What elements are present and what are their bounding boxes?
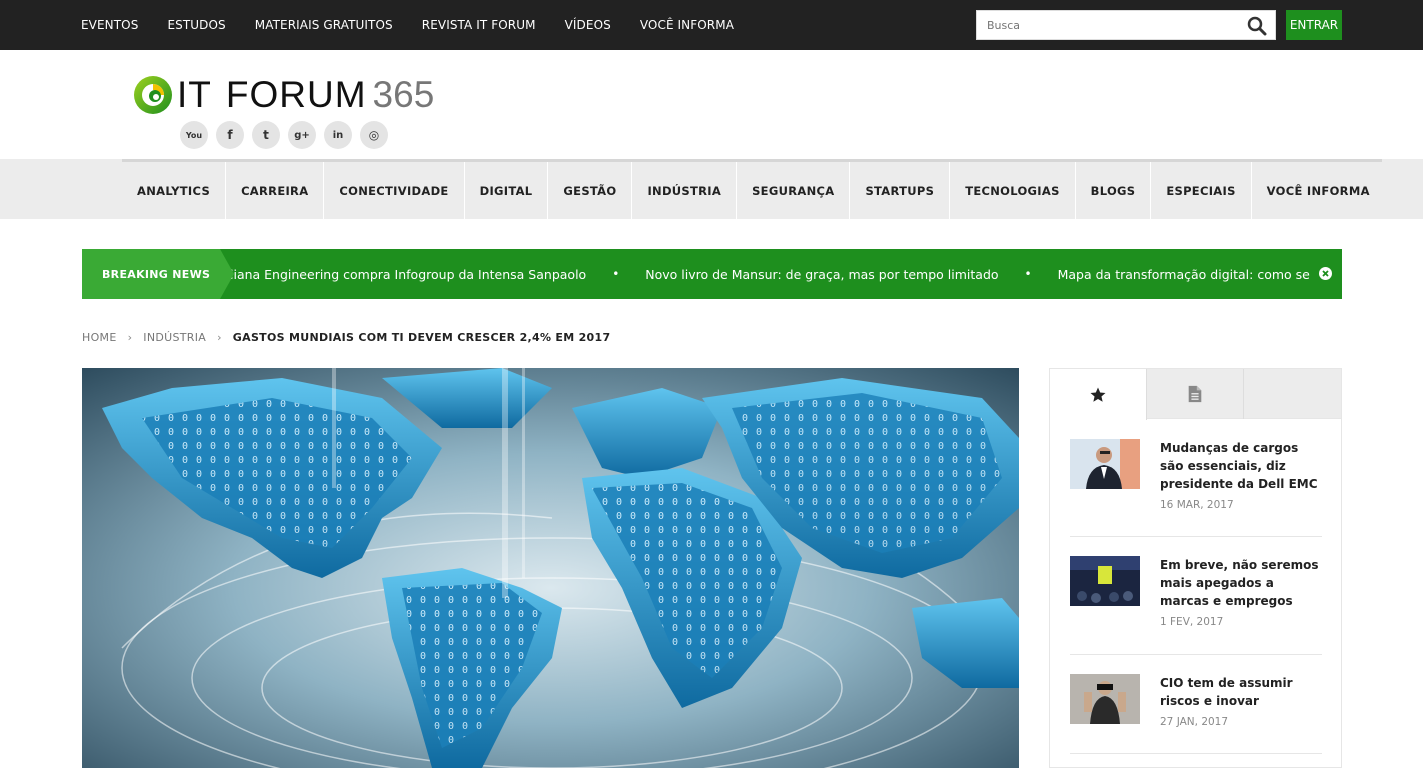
youtube-icon[interactable]: You (180, 121, 208, 149)
document-icon (1188, 385, 1202, 403)
breadcrumb-home[interactable]: HOME (82, 331, 117, 344)
topnav-revista-it-forum[interactable]: REVISTA IT FORUM (422, 18, 536, 32)
topnav-estudos[interactable]: ESTUDOS (167, 18, 225, 32)
news-thumbnail[interactable] (1070, 439, 1140, 489)
news-thumbnail[interactable] (1070, 556, 1140, 606)
instagram-icon[interactable]: ◎ (360, 121, 388, 149)
breaking-news-bar: BREAKING NEWS liana Engineering compra I… (82, 249, 1342, 299)
sidebar-tabs (1050, 369, 1341, 420)
nav-especiais[interactable]: ESPECIAIS (1151, 162, 1252, 219)
tab-popular[interactable] (1050, 369, 1147, 420)
nav-blogs[interactable]: BLOGS (1076, 162, 1152, 219)
ticker-separator: • (612, 267, 620, 281)
ticker-separator: • (1024, 267, 1032, 281)
article-hero-image: 0 (82, 368, 1019, 768)
nav-seguranca[interactable]: SEGURANÇA (737, 162, 851, 219)
news-date: 27 JAN, 2017 (1160, 716, 1229, 728)
main-nav: ANALYTICS CARREIRA CONECTIVIDADE DIGITAL… (122, 162, 1385, 219)
sidebar-widget: Mudanças de cargos são essenciais, diz p… (1049, 368, 1342, 768)
topnav-videos[interactable]: VÍDEOS (565, 18, 611, 32)
topnav-eventos[interactable]: EVENTOS (81, 18, 138, 32)
news-date: 1 FEV, 2017 (1160, 616, 1224, 628)
logo-text-forum: FORUM (225, 74, 367, 115)
news-date: 16 MAR, 2017 (1160, 499, 1234, 511)
logo-mark-icon (134, 76, 172, 114)
tab-empty (1244, 369, 1341, 419)
chevron-right-icon: › (127, 331, 133, 344)
top-bar: EVENTOS ESTUDOS MATERIAIS GRATUITOS REVI… (0, 0, 1423, 50)
nav-tecnologias[interactable]: TECNOLOGIAS (950, 162, 1076, 219)
news-title[interactable]: Mudanças de cargos são essenciais, diz p… (1160, 439, 1322, 493)
sidebar-news-item[interactable]: CIO tem de assumir riscos e inovar 27 JA… (1070, 674, 1322, 754)
search-box (976, 10, 1276, 40)
sidebar-news-item[interactable]: Mudanças de cargos são essenciais, diz p… (1070, 439, 1322, 537)
nav-voce-informa[interactable]: VOCÊ INFORMA (1252, 162, 1385, 219)
social-links: You f t g+ in ◎ (180, 121, 396, 149)
ticker-item[interactable]: liana Engineering compra Infogroup da In… (230, 267, 586, 282)
breaking-news-label: BREAKING NEWS (82, 249, 220, 299)
news-thumbnail[interactable] (1070, 674, 1140, 724)
sidebar-news-item[interactable]: Em breve, não seremos mais apegados a ma… (1070, 556, 1322, 655)
topnav-voce-informa[interactable]: VOCÊ INFORMA (640, 18, 734, 32)
ticker-item[interactable]: Novo livro de Mansur: de graça, mas por … (645, 267, 998, 282)
news-ticker: liana Engineering compra Infogroup da In… (230, 249, 1310, 299)
star-icon (1090, 387, 1106, 402)
breadcrumb-section[interactable]: INDÚSTRIA (143, 331, 206, 344)
breadcrumb: HOME › INDÚSTRIA › GASTOS MUNDIAIS COM T… (82, 331, 610, 344)
search-input[interactable] (977, 11, 1232, 39)
logo-text-365: 365 (372, 74, 435, 115)
ticker-item[interactable]: Mapa da transformação digital: como se a… (1058, 267, 1310, 282)
nav-digital[interactable]: DIGITAL (465, 162, 549, 219)
twitter-icon[interactable]: t (252, 121, 280, 149)
linkedin-icon[interactable]: in (324, 121, 352, 149)
login-button[interactable]: ENTRAR (1286, 10, 1342, 40)
search-icon[interactable] (1247, 16, 1267, 36)
topnav-materiais-gratuitos[interactable]: MATERIAIS GRATUITOS (255, 18, 393, 32)
close-icon[interactable] (1319, 267, 1332, 280)
google-plus-icon[interactable]: g+ (288, 121, 316, 149)
nav-industria[interactable]: INDÚSTRIA (632, 162, 738, 219)
top-nav: EVENTOS ESTUDOS MATERIAIS GRATUITOS REVI… (81, 0, 763, 50)
breadcrumb-current: GASTOS MUNDIAIS COM TI DEVEM CRESCER 2,4… (232, 331, 611, 344)
nav-analytics[interactable]: ANALYTICS (122, 162, 227, 219)
world-map-image: 0 (82, 368, 1019, 768)
nav-startups[interactable]: STARTUPS (850, 162, 951, 219)
site-logo[interactable]: IT FORUM 365 (131, 70, 434, 120)
news-title[interactable]: Em breve, não seremos mais apegados a ma… (1160, 556, 1322, 610)
breaking-news-arrow (220, 249, 234, 299)
nav-carreira[interactable]: CARREIRA (226, 162, 325, 219)
news-title[interactable]: CIO tem de assumir riscos e inovar (1160, 674, 1322, 710)
logo-text-it: IT (177, 74, 212, 115)
nav-gestao[interactable]: GESTÃO (548, 162, 633, 219)
chevron-right-icon: › (217, 331, 222, 344)
tab-recent[interactable] (1147, 369, 1244, 419)
facebook-icon[interactable]: f (216, 121, 244, 149)
nav-conectividade[interactable]: CONECTIVIDADE (324, 162, 465, 219)
